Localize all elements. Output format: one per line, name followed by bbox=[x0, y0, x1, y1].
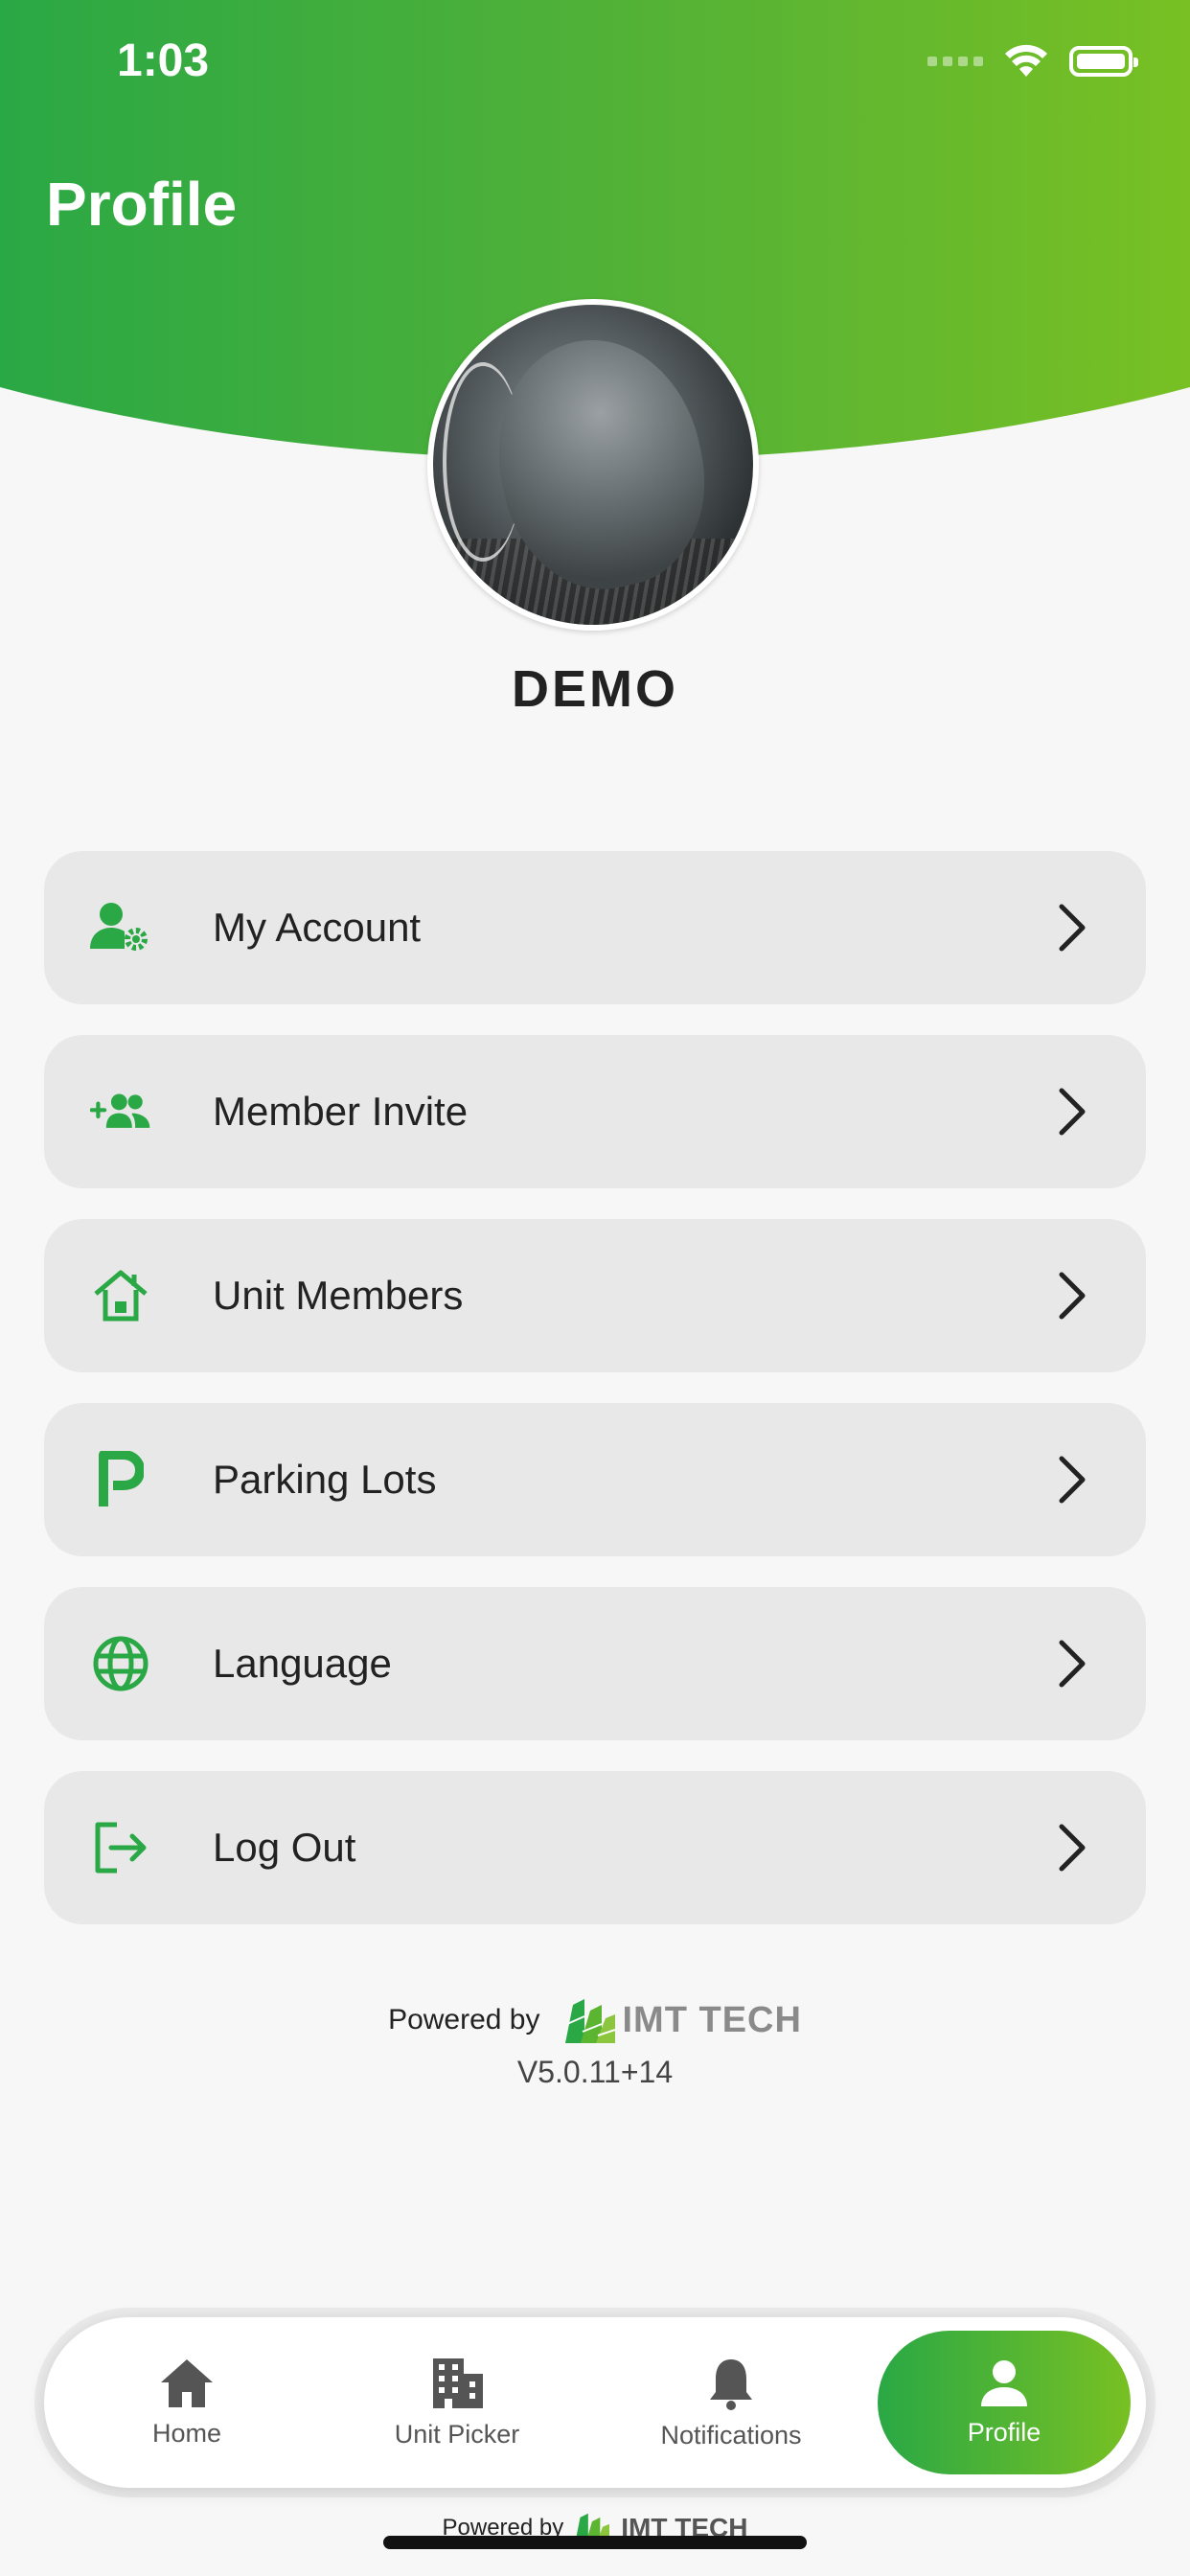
menu-item-language[interactable]: Language bbox=[44, 1587, 1146, 1740]
globe-icon bbox=[90, 1633, 151, 1694]
signal-icon bbox=[927, 57, 983, 66]
tab-profile[interactable]: Profile bbox=[878, 2331, 1131, 2474]
tab-label: Profile bbox=[967, 2417, 1041, 2447]
menu-item-log-out[interactable]: Log Out bbox=[44, 1771, 1146, 1924]
chevron-right-icon bbox=[1059, 1824, 1086, 1872]
chevron-right-icon bbox=[1059, 1088, 1086, 1136]
powered-by: Powered by IMT TECH bbox=[0, 1995, 1190, 2045]
chevron-right-icon bbox=[1059, 1456, 1086, 1504]
house-icon bbox=[90, 1265, 151, 1326]
status-time: 1:03 bbox=[117, 35, 210, 86]
tab-label: Home bbox=[151, 2418, 222, 2448]
tab-label: Unit Picker bbox=[394, 2419, 520, 2449]
menu-item-unit-members[interactable]: Unit Members bbox=[44, 1219, 1146, 1372]
status-icons bbox=[927, 44, 1138, 79]
brand-logo: IMT TECH bbox=[563, 1995, 802, 2045]
menu-item-parking-lots[interactable]: Parking Lots bbox=[44, 1403, 1146, 1556]
battery-icon bbox=[1069, 46, 1138, 77]
home-indicator[interactable] bbox=[383, 2536, 807, 2549]
menu-item-label: Parking Lots bbox=[213, 1457, 437, 1502]
chevron-right-icon bbox=[1059, 904, 1086, 952]
powered-by-text: Powered by bbox=[388, 2004, 540, 2036]
menu-item-my-account[interactable]: My Account bbox=[44, 851, 1146, 1004]
account-settings-icon bbox=[90, 897, 151, 958]
tab-label: Notifications bbox=[660, 2420, 802, 2450]
parking-icon bbox=[90, 1449, 151, 1510]
tab-notifications[interactable]: Notifications bbox=[611, 2317, 851, 2488]
chevron-right-icon bbox=[1059, 1640, 1086, 1688]
chevron-right-icon bbox=[1059, 1272, 1086, 1320]
menu-item-label: Log Out bbox=[213, 1825, 356, 1870]
page-title: Profile bbox=[46, 170, 238, 239]
menu-item-label: My Account bbox=[213, 905, 422, 950]
menu-item-label: Member Invite bbox=[213, 1089, 469, 1134]
tab-unit-picker[interactable]: Unit Picker bbox=[337, 2317, 577, 2488]
building-icon bbox=[433, 2358, 483, 2408]
menu-item-label: Unit Members bbox=[213, 1273, 464, 1318]
tab-home[interactable]: Home bbox=[67, 2317, 307, 2488]
bell-icon bbox=[710, 2358, 752, 2410]
profile-menu: My Account Member Invite Unit Members Pa… bbox=[44, 851, 1146, 1955]
menu-item-member-invite[interactable]: Member Invite bbox=[44, 1035, 1146, 1188]
profile-name: DEMO bbox=[512, 660, 678, 718]
bottom-tab-bar: Home Unit Picker Notifications Profile bbox=[44, 2317, 1146, 2488]
avatar[interactable] bbox=[427, 299, 759, 631]
brand-name: IMT TECH bbox=[622, 1999, 802, 2040]
add-group-icon bbox=[90, 1081, 151, 1142]
buildings-logo-icon bbox=[564, 1999, 615, 2043]
home-icon bbox=[161, 2358, 213, 2407]
logout-icon bbox=[90, 1817, 151, 1878]
wifi-icon bbox=[1005, 44, 1047, 77]
menu-item-label: Language bbox=[213, 1641, 392, 1686]
app-version: V5.0.11+14 bbox=[516, 2055, 674, 2089]
person-icon bbox=[981, 2359, 1027, 2406]
